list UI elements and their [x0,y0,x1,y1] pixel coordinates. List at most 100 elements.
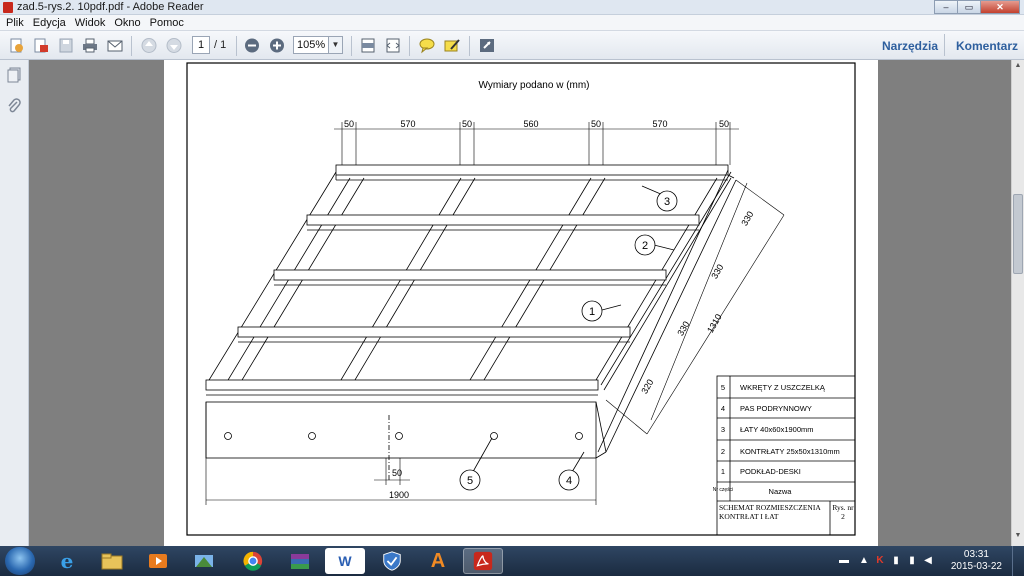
legend-name: WKRĘTY Z USZCZELKĄ [740,383,826,392]
open-file-icon[interactable] [32,37,50,54]
menu-edit[interactable]: Edycja [33,15,66,30]
winrar-icon[interactable] [280,548,320,574]
clock-date: 2015-03-22 [950,561,1002,572]
menu-file[interactable]: Plik [6,15,24,30]
dim-label: 330 [709,262,725,280]
pages-icon[interactable] [6,67,22,83]
comment-link[interactable]: Komentarz [956,39,1018,53]
window-controls: – ▭ ✕ [934,0,1020,14]
media-player-icon[interactable] [138,548,178,574]
legend-num: 4 [721,404,725,413]
vertical-scrollbar[interactable]: ▲ ▼ [1011,60,1024,546]
callouts [459,185,678,491]
dim-label: 560 [523,119,538,129]
chrome-icon[interactable] [233,548,273,574]
legend-header-name: Nazwa [769,487,793,496]
expand-icon[interactable] [478,37,496,54]
chevron-down-icon[interactable]: ▼ [328,37,342,53]
dim-label: 330 [739,209,755,227]
clock-time: 03:31 [963,549,989,560]
show-desktop-button[interactable] [1012,546,1024,576]
notification-icon[interactable]: ▬ [838,555,850,567]
fit-width-icon[interactable] [384,37,402,54]
scroll-up-icon[interactable]: ▲ [1013,62,1023,74]
zoom-out-icon[interactable] [243,37,261,54]
adobe-reader-taskbar-icon[interactable] [463,548,503,574]
dim-label: 330 [675,319,691,337]
email-icon[interactable] [106,37,124,54]
menu-help[interactable]: Pomoc [150,15,184,30]
maximize-button[interactable]: ▭ [957,0,981,14]
pdf-page: Wymiary podano w (mm) 50 570 50 560 50 5… [164,60,878,546]
screw-hole [395,432,403,440]
clock[interactable]: 03:31 2015-03-22 [951,549,1002,573]
toolbar-separator [409,36,410,56]
previous-page-icon[interactable] [140,37,158,54]
drawing-frame [186,62,856,536]
menu-view[interactable]: Widok [75,15,106,30]
create-pdf-icon[interactable] [8,37,26,54]
toolbar-separator [944,34,945,56]
legend-num: 3 [721,425,725,434]
page-number-input[interactable]: 1 [192,36,210,54]
scroll-down-icon[interactable]: ▼ [1013,532,1023,544]
batten-2 [306,214,700,231]
zoom-value[interactable]: 105% [297,39,325,51]
legend-name: PODKŁAD-DESKI [740,467,801,476]
tools-link[interactable]: Narzędzia [882,39,938,53]
dim-label: 570 [400,119,415,129]
fit-page-icon[interactable] [359,37,377,54]
legend-num: 5 [721,383,725,392]
attachment-icon[interactable] [6,98,22,114]
legend-num: 1 [721,467,725,476]
usb-icon[interactable]: ▮ [890,555,902,567]
callout-5: 5 [467,475,473,487]
dim-label: 50 [719,119,729,129]
dim-label: 570 [652,119,667,129]
app-icon[interactable] [184,548,224,574]
internet-explorer-icon[interactable]: e [47,548,87,574]
menu-bar: Plik Edycja Widok Okno Pomoc [0,15,1024,31]
file-explorer-icon[interactable] [92,548,132,574]
word-icon[interactable]: W [325,548,365,574]
zoom-in-icon[interactable] [268,37,286,54]
batten-3 [273,269,667,286]
antivirus-icon[interactable]: K [874,555,886,567]
volume-icon[interactable]: ◀ [922,555,934,567]
dim-label: 1900 [389,490,409,500]
system-tray: ▬ ▲ K ▮ ▮ ◀ 03:31 2015-03-22 [834,546,1024,576]
toolbar [0,31,1024,60]
top-dim-labels: 50 570 50 560 50 570 50 [344,119,729,129]
legend-footer-ref: Rys. nr 2 [832,503,854,521]
scroll-thumb[interactable] [1013,194,1023,274]
next-page-icon[interactable] [165,37,183,54]
callout-2: 2 [642,240,648,252]
autocad-icon[interactable]: A [418,548,458,574]
print-icon[interactable] [81,37,99,54]
network-icon[interactable]: ▮ [906,555,918,567]
batten-1 [335,164,735,181]
batten-5 [205,379,599,396]
callout-4: 4 [566,475,572,487]
window-title: zad.5-rys.2. 10pdf.pdf - Adobe Reader [17,1,204,13]
comment-icon[interactable] [418,37,436,54]
legend-footer-title: SCHEMAT ROZMIESZCZENIA KONTRŁAT I ŁAT [719,503,821,521]
legend-footer-ref-box: Rys. nr 2 [832,503,854,521]
toolbar-separator [351,36,352,56]
dim-label: 50 [344,119,354,129]
security-shield-icon[interactable] [372,548,412,574]
callout-1: 1 [589,306,595,318]
close-button[interactable]: ✕ [980,0,1020,14]
toolbar-separator [469,36,470,56]
navigation-panel [0,60,29,546]
callout-3: 3 [664,196,670,208]
legend-footer-title-box: SCHEMAT ROZMIESZCZENIA KONTRŁAT I ŁAT [719,503,821,521]
show-hidden-icon[interactable]: ▲ [858,555,870,567]
zoom-select[interactable]: 105% ▼ [293,36,343,54]
start-button[interactable] [5,547,35,575]
save-icon[interactable] [57,37,75,54]
highlight-icon[interactable] [443,37,461,54]
menu-window[interactable]: Okno [114,15,140,30]
legend-name: KONTRŁATY 25x50x1310mm [740,447,840,456]
minimize-button[interactable]: – [934,0,958,14]
